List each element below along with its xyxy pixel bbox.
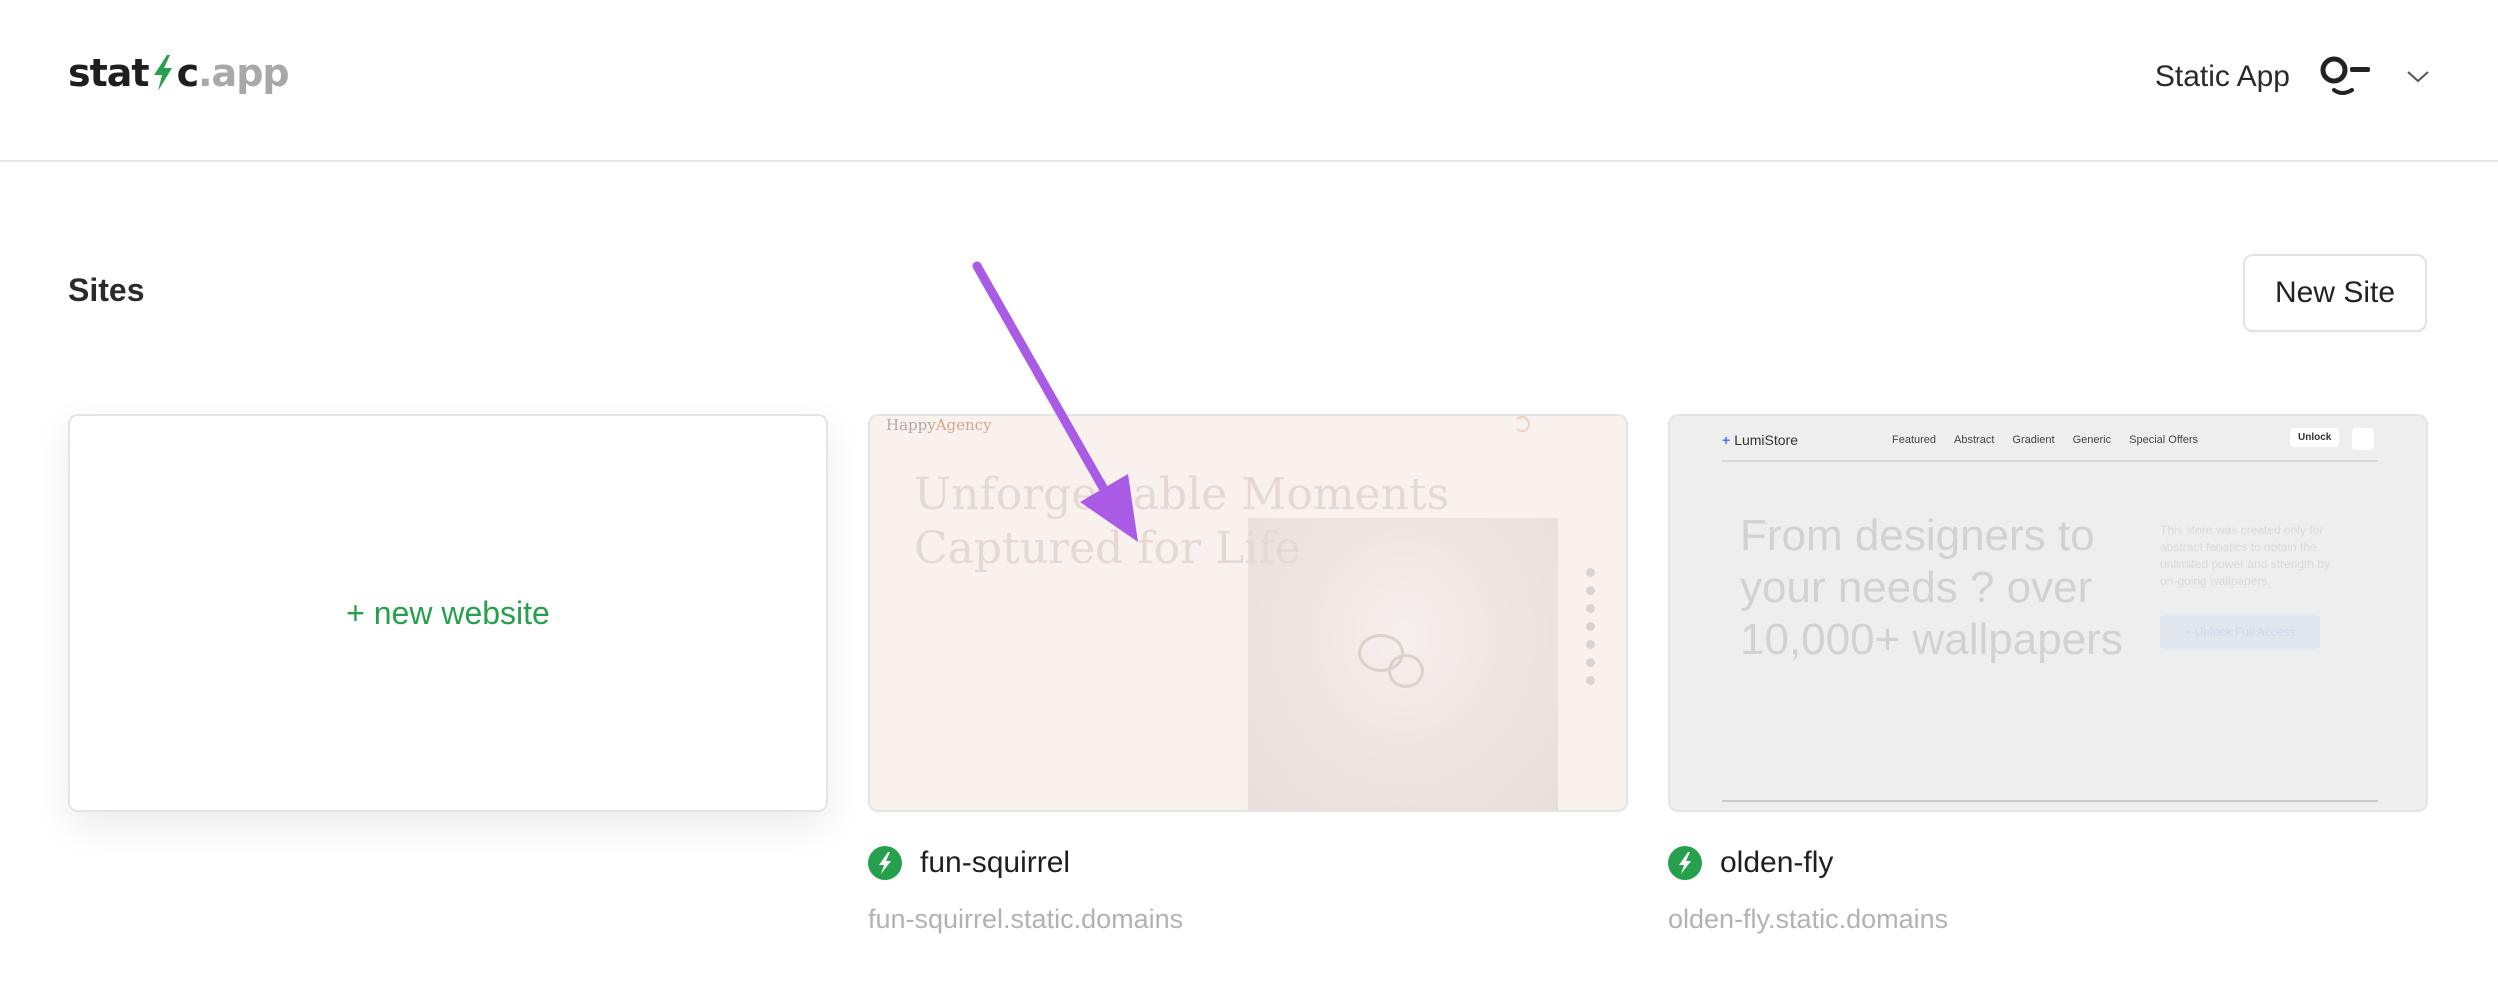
new-website-card[interactable]: + new website [68,414,828,812]
search-icon [2352,428,2374,450]
preview-menu-item: Generic [2072,434,2112,446]
preview-divider [1722,800,2378,802]
preview-headline-line1: Unforgettable Moments [914,469,1450,520]
preview-logo: + LumiStore [1722,432,1798,448]
plus-icon: + [1722,432,1731,448]
preview-brand: HappyAgency [886,416,992,434]
preview-moon-icon [1514,416,1530,432]
ring-icon [1388,654,1424,688]
bolt-badge-icon [1668,846,1702,880]
site-preview-olden-fly[interactable]: + LumiStore Featured Abstract Gradient Ge… [1668,414,2428,812]
site-url[interactable]: fun-squirrel.static.domains [868,904,1183,935]
preview-unlock-button: Unlock [2290,428,2340,447]
bolt-icon [153,55,172,91]
static-app-logo[interactable]: stat c .app [68,48,290,98]
preview-cta: + Unlock Full Access [2160,614,2320,650]
logo-text-part2: c [176,51,200,95]
site-preview-fun-squirrel[interactable]: HappyAgency Unforgettable Moments Captur… [868,414,1628,812]
preview-logo-text: LumiStore [1734,432,1798,448]
logo-text-part3: .app [198,51,289,95]
site-url[interactable]: olden-fly.static.domains [1668,904,1948,935]
preview-menu-item: Abstract [1954,434,1995,446]
preview-navbar: + LumiStore Featured Abstract Gradient Ge… [1722,424,2378,462]
chevron-down-icon[interactable] [2406,69,2430,85]
preview-menu-item: Gradient [2012,434,2055,446]
preview-copy: This store was created only for abstract… [2160,523,2331,588]
preview-headline-line2: Captured for Life [914,523,1301,574]
preview-brand-a: Happy [886,416,936,434]
preview-headline: Unforgettable Moments Captured for Life [914,468,1449,576]
logo-text-part1: stat [68,51,150,95]
preview-brand-b: Agency [935,416,992,434]
account-name: Static App [2154,60,2290,93]
preview-menu-item: Featured [1892,434,1937,446]
preview-headline: From designers to your needs ? over 10,0… [1740,511,2123,664]
sites-heading: Sites [68,272,145,308]
site-title-olden-fly[interactable]: olden-fly [1668,846,1833,880]
new-site-button[interactable]: New Site [2243,254,2427,332]
account-menu[interactable]: Static App [2155,52,2430,102]
user-avatar-icon[interactable] [2318,52,2378,102]
site-title-fun-squirrel[interactable]: fun-squirrel [868,846,1070,880]
top-header: stat c .app Static App [0,0,2498,162]
bolt-badge-icon [868,846,902,880]
preview-menu-item: Special Offers [2129,434,2199,446]
site-name: fun-squirrel [920,846,1071,879]
new-website-label: + new website [346,594,550,631]
preview-menu: Featured Abstract Gradient Generic Speci… [1892,434,2198,446]
site-name: olden-fly [1720,846,1834,879]
preview-pagination-dots [1586,568,1595,685]
